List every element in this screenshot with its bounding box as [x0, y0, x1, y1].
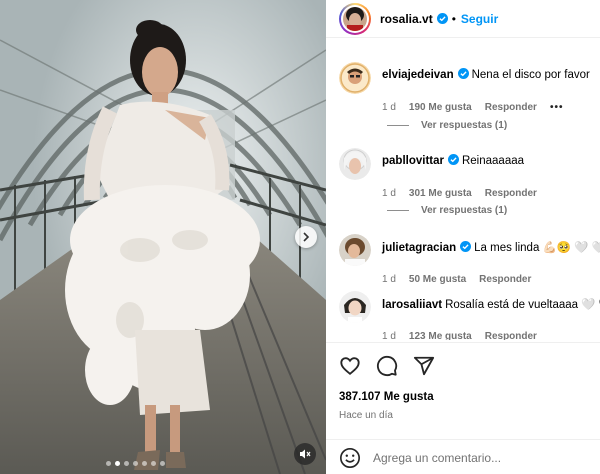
reply-button[interactable]: Responder — [485, 102, 537, 113]
author-avatar-image — [343, 6, 367, 33]
mute-icon — [300, 449, 311, 459]
share-icon[interactable] — [413, 355, 435, 377]
comment-time[interactable]: 1 d — [382, 274, 396, 285]
comment-composer — [326, 439, 600, 474]
comment-time[interactable]: 1 d — [382, 188, 396, 199]
carousel-dot — [124, 461, 129, 466]
more-options-button[interactable]: ••• — [550, 102, 564, 113]
model-figure — [65, 20, 260, 470]
mute-button[interactable] — [294, 443, 316, 465]
action-icons-row — [339, 355, 435, 377]
author-avatar[interactable] — [339, 2, 371, 35]
reply-button[interactable]: Responder — [485, 331, 537, 340]
comments-list[interactable]: elviajedeivan Nena el disco por favor 1 d… — [326, 48, 600, 340]
view-replies-label: Ver respuestas (1) — [421, 205, 508, 216]
comment-text: Nena el disco por favor — [471, 69, 590, 81]
reply-button[interactable]: Responder — [485, 188, 537, 199]
comment-time[interactable]: 1 d — [382, 102, 396, 113]
carousel-next-button[interactable] — [295, 226, 317, 248]
post-time[interactable]: Hace un día — [339, 410, 393, 421]
likes-count[interactable]: 387.107 Me gusta — [339, 391, 434, 403]
divider-line — [387, 210, 409, 211]
chevron-right-icon — [303, 232, 310, 242]
comment-text: Reinaaaaaa — [461, 155, 525, 167]
commenter-avatar[interactable] — [339, 234, 371, 266]
verified-badge-icon — [460, 241, 472, 252]
comment-likes[interactable]: 301 Me gusta — [409, 188, 472, 199]
verified-badge-icon — [436, 13, 448, 24]
author-username[interactable]: rosalia.vt — [380, 12, 433, 26]
follow-button[interactable]: Seguir — [461, 12, 498, 26]
carousel-dot — [115, 461, 120, 466]
commenter-username[interactable]: elviajedeivan — [382, 69, 454, 81]
commenter-username[interactable]: pabllovittar — [382, 155, 444, 167]
carousel-indicator — [106, 461, 165, 466]
view-replies-button[interactable]: Ver respuestas (1) — [387, 120, 507, 131]
comment-likes[interactable]: 50 Me gusta — [409, 274, 466, 285]
comment-input[interactable] — [373, 450, 593, 465]
carousel-dot — [106, 461, 111, 466]
commenter-username[interactable]: julietagracian — [382, 242, 456, 254]
separator-bullet: • — [451, 11, 456, 26]
reply-button[interactable]: Responder — [479, 274, 531, 285]
post-panel: rosalia.vt • Seguir elviajedeivan Nena el… — [326, 0, 600, 474]
comment-text: La mes linda 💪🏻🥺 🤍 🤍 — [474, 242, 600, 254]
commenter-avatar[interactable] — [339, 62, 371, 94]
carousel-dot — [160, 461, 165, 466]
post-header: rosalia.vt • Seguir — [326, 0, 600, 38]
commenter-avatar[interactable] — [339, 148, 371, 180]
verified-badge-icon — [457, 68, 469, 79]
comment-likes[interactable]: 123 Me gusta — [409, 331, 472, 340]
comment-icon[interactable] — [376, 355, 398, 377]
verified-badge-icon — [447, 154, 459, 165]
carousel-dot — [133, 461, 138, 466]
comment-likes[interactable]: 190 Me gusta — [409, 102, 472, 113]
comment-time[interactable]: 1 d — [382, 331, 396, 340]
view-replies-label: Ver respuestas (1) — [421, 120, 508, 131]
divider-line — [387, 125, 409, 126]
comment-text: Rosalía está de vueltaaaa 🤍 🖤 — [445, 299, 600, 311]
view-replies-button[interactable]: Ver respuestas (1) — [387, 205, 507, 216]
post-media[interactable] — [0, 0, 326, 474]
commenter-username[interactable]: larosaliiavt — [382, 299, 442, 311]
commenter-avatar[interactable] — [339, 291, 371, 323]
carousel-dot — [151, 461, 156, 466]
carousel-dot — [142, 461, 147, 466]
heart-icon[interactable] — [339, 355, 361, 377]
emoji-icon[interactable] — [339, 447, 361, 469]
post-actions: 387.107 Me gusta Hace un día — [326, 342, 600, 474]
